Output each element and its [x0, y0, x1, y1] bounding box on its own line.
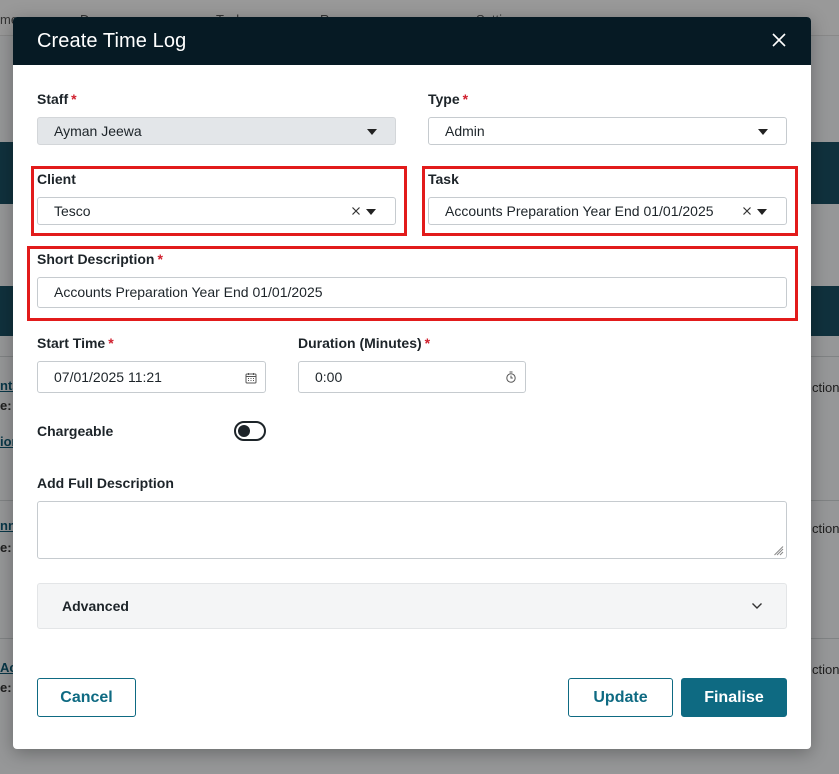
staff-label: Staff * [37, 91, 77, 107]
staff-value: Ayman Jeewa [54, 123, 142, 139]
update-button[interactable]: Update [568, 678, 673, 717]
type-label: Type * [428, 91, 468, 107]
create-time-log-modal: Create Time Log Staff * Ayman Jeewa Type *… [13, 17, 811, 749]
caret-down-icon [367, 129, 377, 135]
required-marker: * [108, 335, 114, 351]
close-icon[interactable] [767, 28, 791, 52]
duration-input[interactable]: 0:00 [298, 361, 526, 393]
full-description-label: Add Full Description [37, 475, 174, 491]
full-description-textarea[interactable] [37, 501, 787, 559]
modal-header: Create Time Log [13, 17, 811, 65]
cancel-button[interactable]: Cancel [37, 678, 136, 717]
caret-down-icon [757, 209, 767, 215]
duration-label: Duration (Minutes) * [298, 335, 430, 351]
caret-down-icon [758, 129, 768, 135]
resize-grip-icon[interactable] [774, 546, 784, 556]
client-value: Tesco [54, 203, 91, 219]
client-select[interactable]: Tesco [37, 197, 396, 225]
clock-icon[interactable] [505, 371, 517, 384]
required-marker: * [71, 91, 77, 107]
start-time-value: 07/01/2025 11:21 [54, 369, 162, 385]
type-select[interactable]: Admin [428, 117, 787, 145]
type-label-text: Type [428, 91, 460, 107]
type-value: Admin [445, 123, 485, 139]
advanced-accordion[interactable]: Advanced [37, 583, 787, 629]
caret-down-icon [366, 209, 376, 215]
start-time-input[interactable]: 07/01/2025 11:21 [37, 361, 266, 393]
clear-icon[interactable] [349, 204, 363, 218]
short-description-input[interactable]: Accounts Preparation Year End 01/01/2025 [37, 277, 787, 308]
staff-label-text: Staff [37, 91, 69, 107]
short-description-value: Accounts Preparation Year End 01/01/2025 [54, 284, 323, 300]
modal-title: Create Time Log [37, 30, 187, 52]
finalise-button[interactable]: Finalise [681, 678, 787, 717]
toggle-knob [238, 425, 250, 437]
clear-icon[interactable] [740, 204, 754, 218]
start-time-label-text: Start Time [37, 335, 106, 351]
task-select[interactable]: Accounts Preparation Year End 01/01/2025 [428, 197, 787, 225]
short-description-label: Short Description * [37, 251, 163, 267]
duration-label-text: Duration (Minutes) [298, 335, 422, 351]
advanced-label: Advanced [62, 598, 129, 614]
chargeable-label: Chargeable [37, 423, 114, 439]
required-marker: * [462, 91, 469, 107]
calendar-icon[interactable] [245, 372, 257, 384]
staff-select[interactable]: Ayman Jeewa [37, 117, 396, 145]
duration-value: 0:00 [315, 369, 343, 385]
task-label: Task [428, 171, 459, 187]
required-marker: * [424, 335, 431, 351]
required-marker: * [157, 251, 163, 267]
chargeable-toggle[interactable] [234, 421, 266, 441]
short-description-label-text: Short Description [37, 251, 155, 267]
start-time-label: Start Time * [37, 335, 114, 351]
client-label: Client [37, 171, 76, 187]
chevron-down-icon [752, 603, 762, 609]
task-value: Accounts Preparation Year End 01/01/2025 [445, 203, 714, 219]
